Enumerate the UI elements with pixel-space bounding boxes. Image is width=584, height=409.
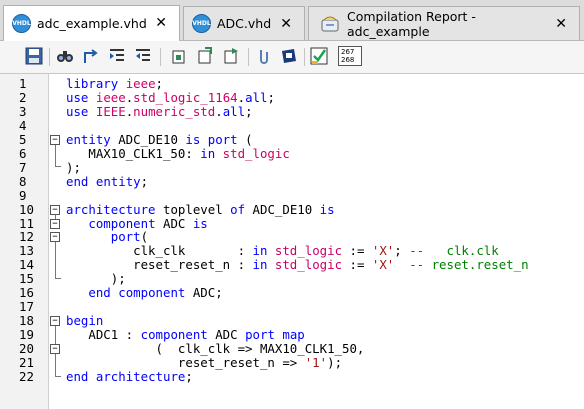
tab-compilation-report[interactable]: Compilation Report - adc_example ✕ (308, 6, 580, 40)
code-text: library ieee; (66, 76, 163, 91)
line-number: 20 (19, 341, 34, 357)
code-text: ( clk_clk => MAX10_CLK1_50, (66, 341, 365, 357)
indent-icon[interactable] (108, 47, 126, 65)
line-number: 4 (19, 117, 27, 133)
code-line[interactable]: 2 use ieee.std_logic_1164.all; (0, 89, 584, 105)
code-line[interactable]: 4 (0, 117, 584, 133)
tab-adc-vhd[interactable]: VHDL ADC.vhd ✕ (183, 6, 305, 40)
line-number: 12 (19, 229, 34, 245)
code-line[interactable]: 8 end entity; (0, 173, 584, 189)
code-line[interactable]: 1 library ieee; (0, 77, 584, 91)
line-number: 18 (19, 313, 34, 329)
tab-label: Compilation Report - adc_example (347, 8, 476, 39)
code-text: reset_reset_n : in std_logic := 'X' -- r… (66, 257, 529, 273)
close-icon[interactable]: ✕ (155, 15, 167, 31)
check-icon[interactable] (310, 47, 328, 65)
code-line[interactable]: 13 clk_clk : in std_logic := 'X'; -- clk… (0, 244, 584, 258)
code-text: MAX10_CLK1_50: in std_logic (66, 145, 290, 161)
template-icon[interactable] (280, 47, 298, 65)
tab-label: adc_example.vhd (37, 15, 147, 31)
close-icon[interactable]: ✕ (555, 16, 567, 32)
report-icon (321, 16, 339, 32)
code-text: ); (66, 159, 81, 175)
code-line[interactable]: 17 (0, 300, 584, 314)
code-line[interactable]: 18 − begin (0, 314, 584, 328)
code-line[interactable]: 19 ADC1 : component ADC port map (0, 328, 584, 342)
editor-toolbar: 267 268 (0, 41, 584, 74)
code-text: begin (66, 313, 104, 329)
line-number: 7 (19, 159, 27, 175)
line-number: 10 (19, 201, 34, 217)
line-number: 6 (19, 145, 27, 161)
code-line[interactable]: 6 MAX10_CLK1_50: in std_logic (0, 145, 584, 161)
line-number: 16 (19, 285, 34, 301)
vhdl-file-icon: VHDL (192, 14, 211, 33)
code-line[interactable]: 3 use IEEE.numeric_std.all; (0, 103, 584, 119)
code-line[interactable]: 12 − port( (0, 230, 584, 244)
find-icon[interactable] (56, 47, 74, 65)
line-number: 9 (19, 187, 27, 203)
code-text: reset_reset_n => '1'); (66, 355, 343, 370)
code-text: end component ADC; (88, 285, 223, 301)
code-line[interactable]: 14 reset_reset_n : in std_logic := 'X' -… (0, 258, 584, 272)
code-line[interactable]: 22 end architecture; (0, 368, 584, 384)
save-icon[interactable] (25, 47, 43, 65)
fold-toggle-icon[interactable]: − (50, 218, 60, 229)
line-number: 11 (19, 215, 34, 231)
unfold-icon[interactable] (196, 47, 214, 65)
vhdl-file-icon: VHDL (12, 13, 31, 33)
code-text: end entity; (66, 173, 149, 189)
tab-bar: VHDL adc_example.vhd ✕ VHDL ADC.vhd ✕ Co… (0, 0, 584, 41)
code-text: ); (66, 271, 126, 287)
line-number: 3 (19, 103, 27, 119)
code-text: use IEEE.numeric_std.all; (66, 103, 253, 119)
line-number: 19 (19, 327, 34, 343)
code-line[interactable]: 11 − component ADC is (0, 215, 584, 231)
fold-toggle-icon[interactable]: − (50, 316, 60, 327)
code-text: port( (110, 229, 149, 245)
line-numbers-icon[interactable]: 267 268 (338, 46, 362, 66)
toggle-bookmark-icon[interactable] (222, 47, 240, 65)
line-number: 8 (19, 173, 27, 189)
close-icon[interactable]: ✕ (280, 16, 292, 32)
line-number: 14 (19, 257, 34, 273)
outdent-icon[interactable] (134, 47, 152, 65)
fold-toggle-icon[interactable]: − (50, 134, 60, 145)
line-number: 5 (19, 131, 27, 147)
code-line[interactable]: 5 − entity ADC_DE10 is port ( (0, 131, 584, 147)
line-number: 1 (19, 76, 27, 91)
line-number: 22 (19, 368, 34, 384)
comment-icon[interactable] (254, 47, 272, 65)
tab-label: ADC.vhd (217, 16, 272, 31)
code-text: entity ADC_DE10 is port ( (66, 131, 253, 147)
fold-toggle-icon[interactable]: − (50, 204, 60, 215)
code-editor[interactable]: 1 library ieee; 2 use ieee.std_logic_1164.a… (0, 73, 584, 409)
line-number: 21 (19, 355, 34, 370)
code-text: use ieee.std_logic_1164.all; (66, 89, 275, 105)
line-number: 17 (19, 299, 34, 315)
code-line[interactable]: 10 − architecture toplevel of ADC_DE10 is (0, 201, 584, 217)
code-text: architecture toplevel of ADC_DE10 is (66, 201, 335, 217)
code-text: clk_clk : in std_logic := 'X'; -- clk.cl… (66, 243, 499, 259)
code-text: end architecture; (66, 368, 193, 384)
find-replace-icon[interactable] (82, 47, 100, 65)
code-line[interactable]: 20 − ( clk_clk => MAX10_CLK1_50, (0, 342, 584, 356)
line-counter-top: 267 (341, 48, 355, 56)
line-number: 15 (19, 271, 34, 287)
code-line[interactable]: 7); (0, 159, 584, 175)
line-counter-bottom: 268 (341, 56, 355, 64)
code-line[interactable]: 9 (0, 187, 584, 203)
fold-toggle-icon[interactable]: − (50, 344, 60, 355)
fold-icon[interactable] (170, 47, 188, 65)
code-text: ADC1 : component ADC port map (66, 327, 305, 343)
line-number: 2 (19, 89, 27, 105)
code-line[interactable]: 16 end component ADC; (0, 286, 584, 300)
tab-adc-example-vhd[interactable]: VHDL adc_example.vhd ✕ (3, 5, 180, 41)
code-line[interactable]: 21 reset_reset_n => '1'); (0, 356, 584, 370)
code-line[interactable]: 15 ); (0, 272, 584, 286)
fold-toggle-icon[interactable]: − (50, 232, 60, 243)
code-text: component ADC is (88, 215, 208, 231)
line-number: 13 (19, 243, 34, 259)
